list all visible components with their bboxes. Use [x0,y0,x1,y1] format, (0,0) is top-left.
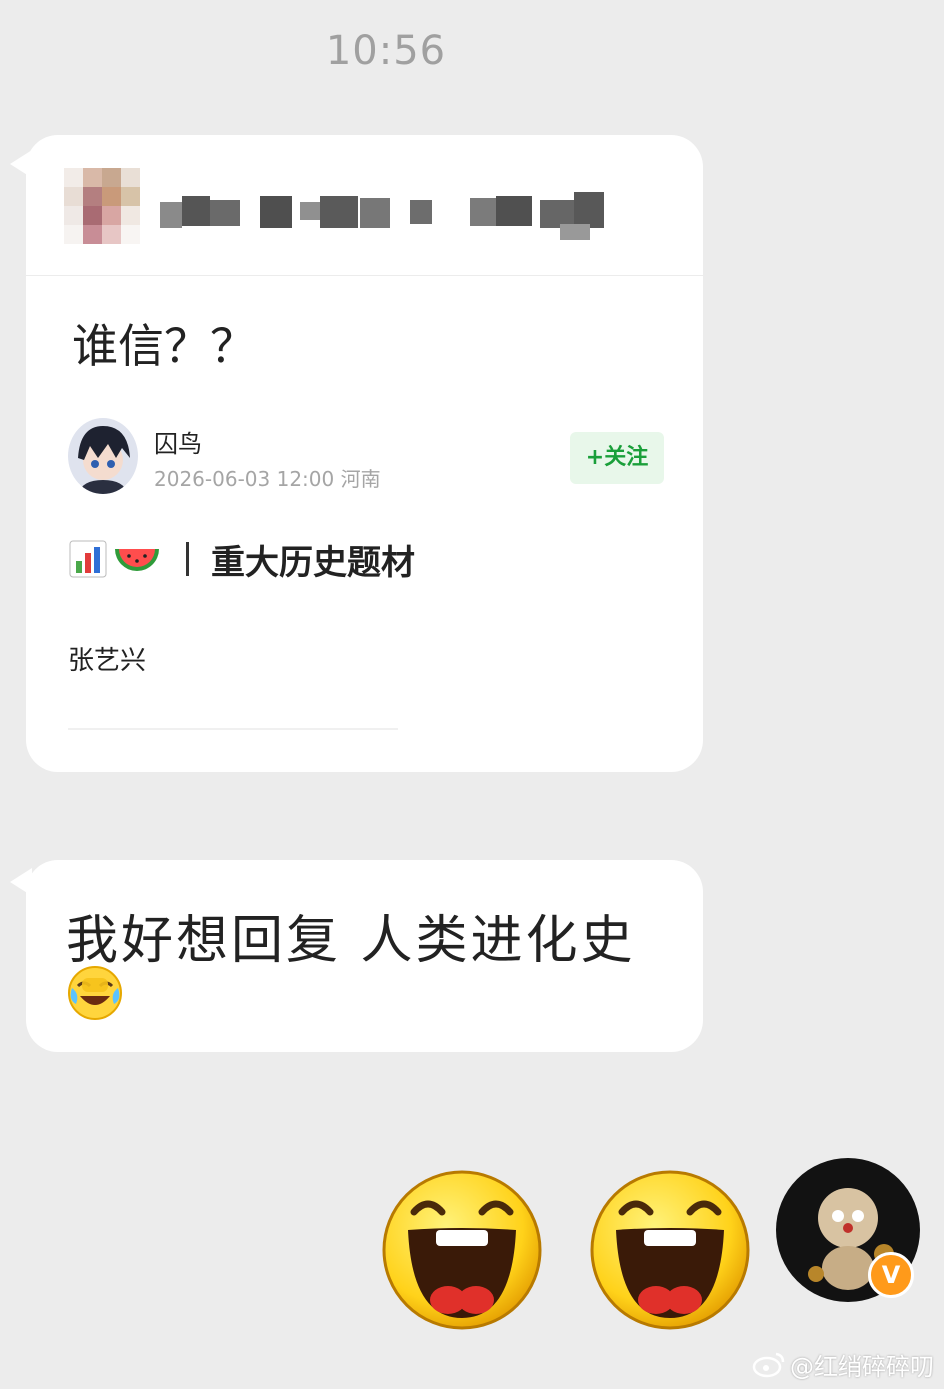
topic-line: 重大历史题材 [68,536,415,583]
card-title: 谁信？？ [72,319,256,373]
weibo-logo-icon [752,1352,785,1378]
verified-badge: V [868,1252,914,1298]
laughing-face-icon [590,1170,750,1330]
divider [68,728,398,730]
message-text: 我好想回复 人类进化史 [66,911,636,971]
post-body: 张艺兴 [68,646,147,676]
bar-chart-icon [69,540,107,578]
watermark: @红绡碎碎叨 [752,1346,934,1382]
timestamp: 10:56 [325,28,447,74]
laughing-face-icon [382,1170,542,1330]
author-name[interactable]: 囚鸟 [154,424,202,459]
topic-separator [186,542,189,576]
follow-button[interactable]: +关注 [570,432,664,484]
laugh-cry-icon [68,966,122,1020]
post-meta: 2026-06-03 12:00 河南 [154,467,381,491]
topic-title: 重大历史题材 [211,542,415,583]
watermark-text: @红绡碎碎叨 [790,1352,934,1381]
watermelon-icon [115,549,159,571]
censored-avatar [64,168,140,244]
author-avatar[interactable] [68,418,138,494]
censored-name [160,188,622,240]
